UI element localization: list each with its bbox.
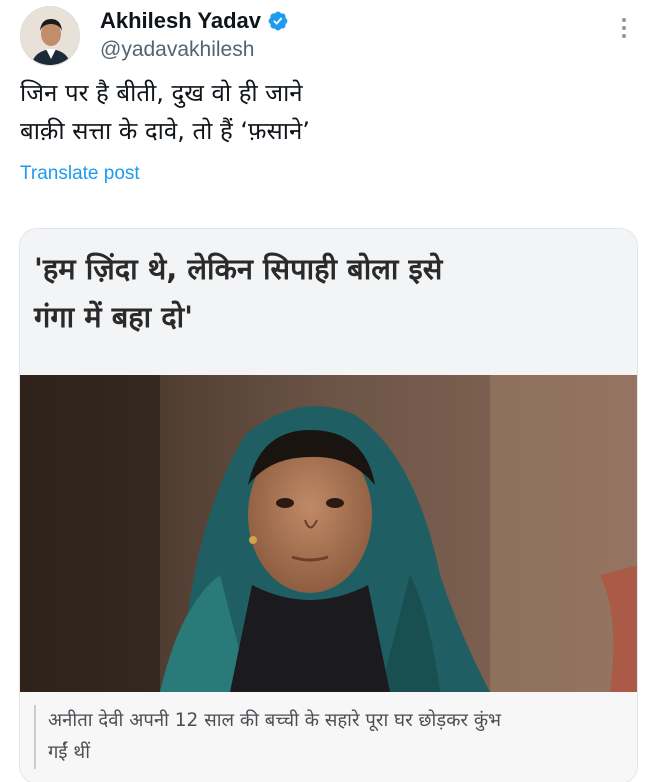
more-options-icon[interactable] (617, 16, 631, 42)
card-headline-line: गंगा में बहा दो' (34, 300, 194, 334)
handle[interactable]: @yadavakhilesh (100, 38, 254, 62)
link-preview-card[interactable]: 'हम ज़िंदा थे, लेकिन सिपाही बोला इसे गंग… (19, 228, 638, 782)
avatar-photo (21, 7, 79, 65)
card-caption-area: अनीता देवी अपनी 12 साल की बच्ची के सहारे… (20, 692, 637, 782)
avatar[interactable] (20, 6, 80, 66)
display-name[interactable]: Akhilesh Yadav (100, 8, 261, 34)
tweet-text-line: जिन पर है बीती, दुख वो ही जाने (20, 79, 303, 107)
card-headline-line: 'हम ज़िंदा थे, लेकिन सिपाही बोला इसे (34, 252, 443, 286)
card-photo[interactable] (20, 375, 637, 692)
translate-post-link[interactable]: Translate post (20, 163, 140, 185)
card-headline: 'हम ज़िंदा थे, लेकिन सिपाही बोला इसे गंग… (34, 245, 624, 341)
verified-badge-icon (267, 10, 289, 32)
tweet-header: Akhilesh Yadav @yadavakhilesh (20, 6, 637, 66)
tweet: Akhilesh Yadav @yadavakhilesh जिन पर है … (0, 0, 657, 782)
tweet-text-line: बाक़ी सत्ता के दावे, तो हैं ‘फ़साने’ (20, 117, 310, 145)
author-name-row: Akhilesh Yadav (100, 8, 289, 34)
card-caption-line: अनीता देवी अपनी 12 साल की बच्ची के सहारे… (48, 710, 502, 731)
tweet-text: जिन पर है बीती, दुख वो ही जाने बाक़ी सत्… (20, 74, 620, 150)
card-caption-line: गईं थीं (48, 742, 90, 763)
card-caption: अनीता देवी अपनी 12 साल की बच्ची के सहारे… (34, 705, 630, 769)
